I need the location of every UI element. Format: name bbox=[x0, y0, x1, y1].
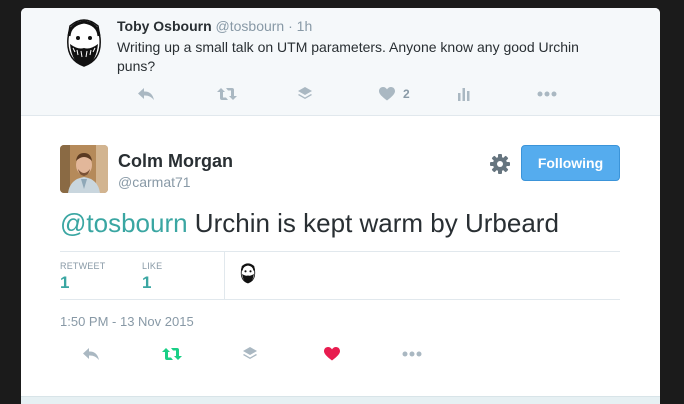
heart-icon bbox=[324, 347, 340, 361]
parent-time[interactable]: 1h bbox=[297, 18, 313, 34]
parent-header: Toby Osbourn @tosbourn · 1h bbox=[117, 18, 312, 34]
main-like-button[interactable] bbox=[324, 343, 340, 365]
tweet-body: Urchin is kept warm by Urbeard bbox=[187, 208, 559, 238]
following-button[interactable]: Following bbox=[521, 145, 620, 181]
parent-separator: · bbox=[288, 18, 293, 34]
layers-icon bbox=[242, 346, 258, 362]
liker-avatar[interactable] bbox=[238, 261, 258, 285]
stats-divider bbox=[224, 252, 225, 299]
main-more-button[interactable] bbox=[402, 343, 422, 365]
more-icon bbox=[402, 351, 422, 357]
retweet-stat-count: 1 bbox=[60, 273, 70, 292]
retweet-stat[interactable]: RETWEET 1 bbox=[60, 261, 105, 293]
tweet-stats: RETWEET 1 LIKE 1 bbox=[60, 251, 620, 300]
parent-tweet[interactable]: Toby Osbourn @tosbourn · 1h Writing up a… bbox=[21, 8, 660, 116]
like-count: 2 bbox=[403, 87, 410, 101]
tweet-card: Toby Osbourn @tosbourn · 1h Writing up a… bbox=[21, 8, 660, 404]
main-author-handle[interactable]: @carmat71 bbox=[118, 174, 191, 190]
main-tweet-text: @tosbourn Urchin is kept warm by Urbeard bbox=[60, 208, 559, 239]
parent-avatar[interactable] bbox=[60, 16, 108, 68]
main-reply-button[interactable] bbox=[82, 343, 100, 365]
retweet-icon bbox=[162, 347, 182, 361]
retweet-button[interactable] bbox=[217, 83, 237, 105]
more-icon bbox=[537, 91, 557, 97]
layers-button[interactable] bbox=[297, 83, 313, 105]
parent-text: Writing up a small talk on UTM parameter… bbox=[117, 39, 579, 74]
main-avatar[interactable] bbox=[60, 145, 108, 193]
main-layers-button[interactable] bbox=[242, 343, 258, 365]
parent-name[interactable]: Toby Osbourn bbox=[117, 18, 212, 34]
tweet-timestamp[interactable]: 1:50 PM - 13 Nov 2015 bbox=[60, 314, 194, 329]
next-item-strip bbox=[21, 396, 660, 404]
settings-gear-button[interactable] bbox=[489, 153, 511, 175]
retweet-icon bbox=[217, 87, 237, 101]
reply-icon bbox=[82, 346, 100, 362]
main-actions bbox=[60, 343, 620, 365]
like-stat[interactable]: LIKE 1 bbox=[142, 261, 162, 293]
main-retweet-button[interactable] bbox=[162, 343, 182, 365]
reply-icon bbox=[137, 86, 155, 102]
main-author-name[interactable]: Colm Morgan bbox=[118, 151, 233, 172]
retweet-stat-label: RETWEET bbox=[60, 261, 106, 271]
stats-icon bbox=[457, 87, 471, 101]
reply-button[interactable] bbox=[137, 83, 155, 105]
gear-icon bbox=[489, 154, 511, 179]
more-button[interactable] bbox=[537, 83, 557, 105]
layers-icon bbox=[297, 86, 313, 102]
like-stat-count: 1 bbox=[142, 273, 152, 292]
analytics-button[interactable] bbox=[457, 83, 471, 105]
like-stat-label: LIKE bbox=[142, 261, 163, 271]
parent-actions: 2 bbox=[117, 83, 637, 105]
heart-icon bbox=[379, 87, 395, 101]
parent-handle[interactable]: @tosbourn bbox=[216, 18, 285, 34]
mention-link[interactable]: @tosbourn bbox=[60, 208, 188, 238]
like-button[interactable]: 2 bbox=[379, 83, 410, 105]
